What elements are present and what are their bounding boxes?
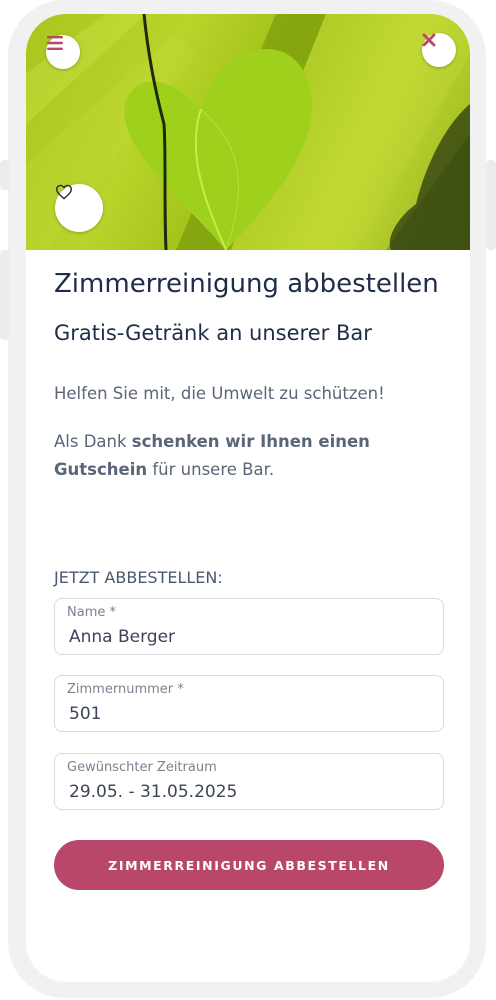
phone-side-button bbox=[0, 160, 10, 190]
page-subtitle: Gratis-Getränk an unserer Bar bbox=[54, 321, 372, 345]
period-field-value[interactable]: 29.05. - 31.05.2025 bbox=[69, 782, 237, 802]
menu-button[interactable] bbox=[46, 35, 80, 69]
close-x-icon bbox=[422, 33, 436, 47]
close-button[interactable] bbox=[422, 33, 456, 67]
hamburger-menu-icon bbox=[47, 36, 63, 50]
thanks-suffix: für unsere Bar. bbox=[147, 460, 275, 479]
thanks-prefix: Als Dank bbox=[54, 432, 132, 451]
room-number-field-value[interactable]: 501 bbox=[69, 704, 101, 724]
name-field-label: Name * bbox=[67, 605, 116, 620]
name-field[interactable]: Name * Anna Berger bbox=[54, 598, 444, 655]
thanks-text: Als Dank schenken wir Ihnen einen Gutsch… bbox=[54, 428, 444, 484]
phone-screen: Zimmerreinigung abbestellen Gratis-Geträ… bbox=[26, 14, 470, 982]
phone-side-button bbox=[486, 160, 496, 250]
page-title: Zimmerreinigung abbestellen bbox=[54, 269, 439, 299]
period-field-label: Gewünschter Zeitraum bbox=[67, 760, 217, 775]
period-field[interactable]: Gewünschter Zeitraum 29.05. - 31.05.2025 bbox=[54, 753, 444, 810]
hero-image bbox=[26, 14, 470, 250]
submit-button[interactable]: ZIMMERREINIGUNG ABBESTELLEN bbox=[54, 840, 444, 890]
phone-side-button bbox=[0, 250, 10, 340]
name-field-value[interactable]: Anna Berger bbox=[69, 627, 175, 647]
room-number-field-label: Zimmernummer * bbox=[67, 682, 184, 697]
room-number-field[interactable]: Zimmernummer * 501 bbox=[54, 675, 444, 732]
favorite-button[interactable] bbox=[55, 184, 103, 232]
form-heading: JETZT ABBESTELLEN: bbox=[54, 568, 223, 587]
heart-outline-icon bbox=[55, 184, 73, 200]
intro-text: Helfen Sie mit, die Umwelt zu schützen! bbox=[54, 384, 385, 403]
